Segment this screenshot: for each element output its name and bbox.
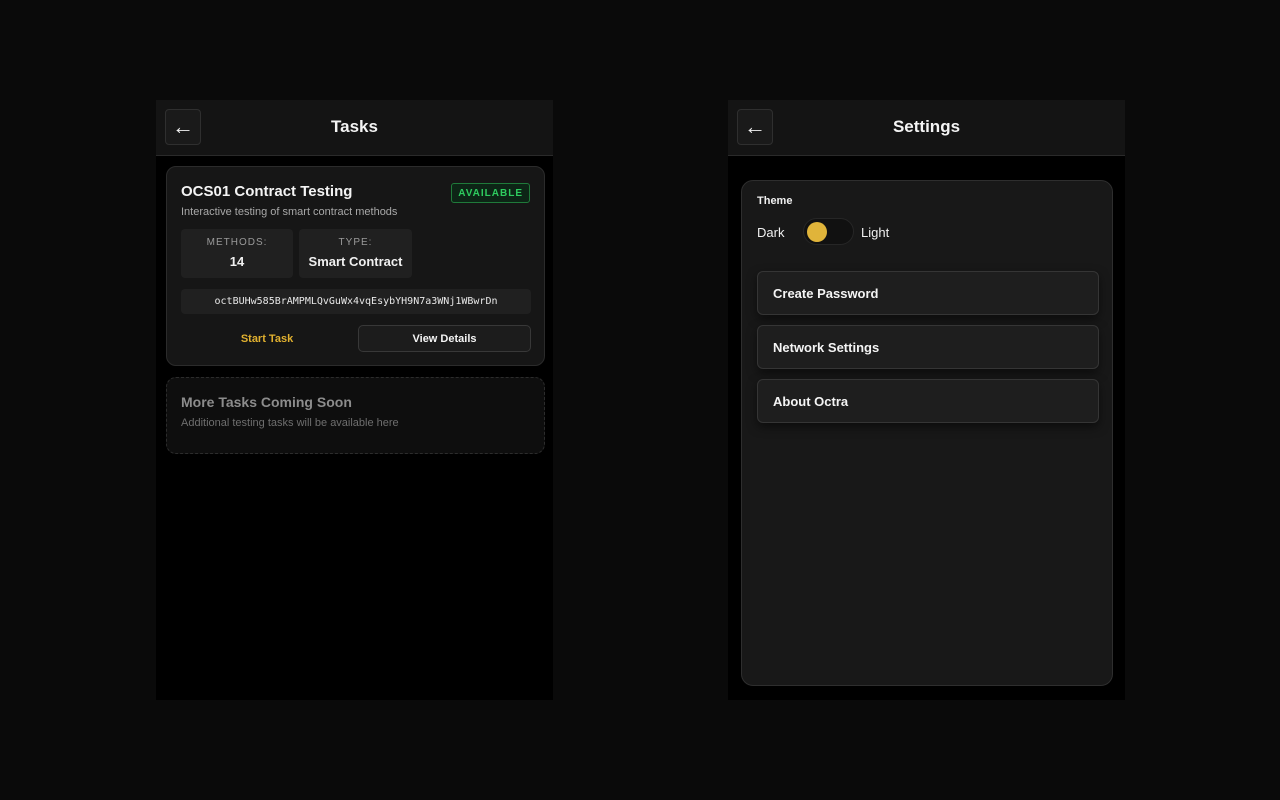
network-settings-button[interactable]: Network Settings xyxy=(757,325,1099,369)
settings-card: Theme Dark Light Create Password Network… xyxy=(741,180,1113,686)
theme-toggle[interactable] xyxy=(803,218,854,245)
coming-soon-title: More Tasks Coming Soon xyxy=(181,394,352,410)
tasks-header: ← Tasks xyxy=(156,100,553,156)
task-title: OCS01 Contract Testing xyxy=(181,183,353,200)
status-badge: AVAILABLE xyxy=(451,183,530,203)
type-value: Smart Contract xyxy=(308,254,403,269)
tasks-panel: ← Tasks OCS01 Contract Testing AVAILABLE… xyxy=(156,100,553,700)
methods-stat: METHODS: 14 xyxy=(181,229,293,278)
task-card: OCS01 Contract Testing AVAILABLE Interac… xyxy=(166,166,545,366)
contract-address: octBUHw585BrAMPMLQvGuWx4vqEsybYH9N7a3WNj… xyxy=(181,289,531,314)
settings-header: ← Settings xyxy=(728,100,1125,156)
theme-light-label: Light xyxy=(861,225,890,240)
coming-soon-card: More Tasks Coming Soon Additional testin… xyxy=(166,377,545,454)
methods-value: 14 xyxy=(229,254,245,269)
settings-panel: ← Settings Theme Dark Light Create Passw… xyxy=(728,100,1125,700)
toggle-knob xyxy=(807,222,827,242)
type-stat: TYPE: Smart Contract xyxy=(299,229,412,278)
start-task-button[interactable]: Start Task xyxy=(181,325,353,352)
page-title: Tasks xyxy=(331,117,378,136)
task-description: Interactive testing of smart contract me… xyxy=(181,206,398,218)
theme-dark-label: Dark xyxy=(757,225,785,240)
view-details-button[interactable]: View Details xyxy=(358,325,531,352)
coming-soon-description: Additional testing tasks will be availab… xyxy=(181,417,399,429)
methods-label: METHODS: xyxy=(206,237,268,248)
theme-label: Theme xyxy=(757,195,793,207)
about-octra-button[interactable]: About Octra xyxy=(757,379,1099,423)
type-label: TYPE: xyxy=(338,237,373,248)
page-title: Settings xyxy=(892,117,961,136)
create-password-button[interactable]: Create Password xyxy=(757,271,1099,315)
